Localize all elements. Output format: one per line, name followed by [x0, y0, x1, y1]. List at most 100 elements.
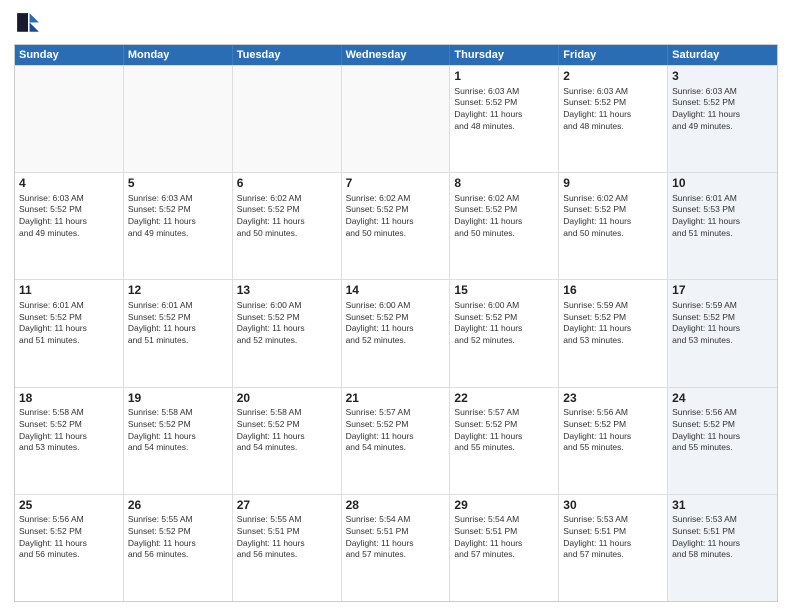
cell-text: Sunrise: 5:57 AMSunset: 5:52 PMDaylight:… — [346, 407, 414, 452]
cell-text: Sunrise: 5:56 AMSunset: 5:52 PMDaylight:… — [672, 407, 740, 452]
cell-text: Sunrise: 5:55 AMSunset: 5:52 PMDaylight:… — [128, 514, 196, 559]
calendar-cell: 16Sunrise: 5:59 AMSunset: 5:52 PMDayligh… — [559, 280, 668, 386]
day-number: 31 — [672, 498, 773, 514]
day-number: 15 — [454, 283, 554, 299]
cell-text: Sunrise: 5:53 AMSunset: 5:51 PMDaylight:… — [672, 514, 740, 559]
calendar-cell: 8Sunrise: 6:02 AMSunset: 5:52 PMDaylight… — [450, 173, 559, 279]
calendar-cell: 3Sunrise: 6:03 AMSunset: 5:52 PMDaylight… — [668, 66, 777, 172]
calendar-cell: 13Sunrise: 6:00 AMSunset: 5:52 PMDayligh… — [233, 280, 342, 386]
day-number: 23 — [563, 391, 663, 407]
calendar-cell: 4Sunrise: 6:03 AMSunset: 5:52 PMDaylight… — [15, 173, 124, 279]
calendar-cell: 25Sunrise: 5:56 AMSunset: 5:52 PMDayligh… — [15, 495, 124, 601]
cell-text: Sunrise: 5:59 AMSunset: 5:52 PMDaylight:… — [563, 300, 631, 345]
calendar-cell: 24Sunrise: 5:56 AMSunset: 5:52 PMDayligh… — [668, 388, 777, 494]
day-number: 12 — [128, 283, 228, 299]
cell-text: Sunrise: 5:53 AMSunset: 5:51 PMDaylight:… — [563, 514, 631, 559]
cell-text: Sunrise: 6:03 AMSunset: 5:52 PMDaylight:… — [672, 86, 740, 131]
calendar-cell: 14Sunrise: 6:00 AMSunset: 5:52 PMDayligh… — [342, 280, 451, 386]
calendar-cell: 10Sunrise: 6:01 AMSunset: 5:53 PMDayligh… — [668, 173, 777, 279]
cell-text: Sunrise: 5:56 AMSunset: 5:52 PMDaylight:… — [563, 407, 631, 452]
cell-text: Sunrise: 5:57 AMSunset: 5:52 PMDaylight:… — [454, 407, 522, 452]
cell-text: Sunrise: 6:03 AMSunset: 5:52 PMDaylight:… — [454, 86, 522, 131]
calendar-cell: 22Sunrise: 5:57 AMSunset: 5:52 PMDayligh… — [450, 388, 559, 494]
day-number: 2 — [563, 69, 663, 85]
calendar-cell — [233, 66, 342, 172]
cell-text: Sunrise: 6:01 AMSunset: 5:53 PMDaylight:… — [672, 193, 740, 238]
day-number: 17 — [672, 283, 773, 299]
calendar-cell: 26Sunrise: 5:55 AMSunset: 5:52 PMDayligh… — [124, 495, 233, 601]
logo — [14, 10, 46, 38]
day-number: 1 — [454, 69, 554, 85]
day-number: 4 — [19, 176, 119, 192]
calendar-week: 25Sunrise: 5:56 AMSunset: 5:52 PMDayligh… — [15, 494, 777, 601]
cell-text: Sunrise: 6:02 AMSunset: 5:52 PMDaylight:… — [563, 193, 631, 238]
cell-text: Sunrise: 5:58 AMSunset: 5:52 PMDaylight:… — [128, 407, 196, 452]
calendar-cell: 29Sunrise: 5:54 AMSunset: 5:51 PMDayligh… — [450, 495, 559, 601]
day-number: 18 — [19, 391, 119, 407]
day-number: 30 — [563, 498, 663, 514]
page: SundayMondayTuesdayWednesdayThursdayFrid… — [0, 0, 792, 612]
calendar-cell: 15Sunrise: 6:00 AMSunset: 5:52 PMDayligh… — [450, 280, 559, 386]
cell-text: Sunrise: 6:02 AMSunset: 5:52 PMDaylight:… — [237, 193, 305, 238]
calendar-cell: 18Sunrise: 5:58 AMSunset: 5:52 PMDayligh… — [15, 388, 124, 494]
calendar-week: 4Sunrise: 6:03 AMSunset: 5:52 PMDaylight… — [15, 172, 777, 279]
cell-text: Sunrise: 6:00 AMSunset: 5:52 PMDaylight:… — [454, 300, 522, 345]
day-number: 28 — [346, 498, 446, 514]
calendar-cell: 9Sunrise: 6:02 AMSunset: 5:52 PMDaylight… — [559, 173, 668, 279]
calendar-cell — [124, 66, 233, 172]
calendar-cell: 11Sunrise: 6:01 AMSunset: 5:52 PMDayligh… — [15, 280, 124, 386]
day-number: 3 — [672, 69, 773, 85]
cell-text: Sunrise: 5:54 AMSunset: 5:51 PMDaylight:… — [346, 514, 414, 559]
calendar-header: SundayMondayTuesdayWednesdayThursdayFrid… — [15, 45, 777, 65]
day-number: 14 — [346, 283, 446, 299]
header — [14, 10, 778, 38]
calendar-cell: 6Sunrise: 6:02 AMSunset: 5:52 PMDaylight… — [233, 173, 342, 279]
cell-text: Sunrise: 6:00 AMSunset: 5:52 PMDaylight:… — [346, 300, 414, 345]
calendar-body: 1Sunrise: 6:03 AMSunset: 5:52 PMDaylight… — [15, 65, 777, 601]
calendar-cell: 17Sunrise: 5:59 AMSunset: 5:52 PMDayligh… — [668, 280, 777, 386]
calendar-week: 1Sunrise: 6:03 AMSunset: 5:52 PMDaylight… — [15, 65, 777, 172]
day-number: 13 — [237, 283, 337, 299]
cell-text: Sunrise: 6:03 AMSunset: 5:52 PMDaylight:… — [563, 86, 631, 131]
day-number: 29 — [454, 498, 554, 514]
calendar-cell: 2Sunrise: 6:03 AMSunset: 5:52 PMDaylight… — [559, 66, 668, 172]
calendar-cell: 12Sunrise: 6:01 AMSunset: 5:52 PMDayligh… — [124, 280, 233, 386]
calendar-day-header: Wednesday — [342, 45, 451, 65]
day-number: 27 — [237, 498, 337, 514]
day-number: 19 — [128, 391, 228, 407]
calendar-cell: 30Sunrise: 5:53 AMSunset: 5:51 PMDayligh… — [559, 495, 668, 601]
cell-text: Sunrise: 5:56 AMSunset: 5:52 PMDaylight:… — [19, 514, 87, 559]
logo-icon — [14, 10, 42, 38]
calendar-week: 18 Sunrise: 5:58 AMSunset: 5:52 PMDayligh… — [15, 387, 777, 494]
day-number: 10 — [672, 176, 773, 192]
calendar-cell: 19Sunrise: 5:58 AMSunset: 5:52 PMDayligh… — [124, 388, 233, 494]
day-number: 21 — [346, 391, 446, 407]
calendar-day-header: Monday — [124, 45, 233, 65]
cell-text: Sunrise: 6:03 AMSunset: 5:52 PMDaylight:… — [19, 193, 87, 238]
day-number: 25 — [19, 498, 119, 514]
day-number: 22 — [454, 391, 554, 407]
cell-text: Sunrise: 6:01 AMSunset: 5:52 PMDaylight:… — [128, 300, 196, 345]
calendar-day-header: Thursday — [450, 45, 559, 65]
day-number: 6 — [237, 176, 337, 192]
day-number: 26 — [128, 498, 228, 514]
cell-text: Sunrise: 6:02 AMSunset: 5:52 PMDaylight:… — [454, 193, 522, 238]
cell-text: Sunrise: 5:59 AMSunset: 5:52 PMDaylight:… — [672, 300, 740, 345]
cell-text: Sunrise: 5:55 AMSunset: 5:51 PMDaylight:… — [237, 514, 305, 559]
calendar-day-header: Saturday — [668, 45, 777, 65]
cell-text: Sunrise: 6:02 AMSunset: 5:52 PMDaylight:… — [346, 193, 414, 238]
calendar: SundayMondayTuesdayWednesdayThursdayFrid… — [14, 44, 778, 602]
cell-text: Sunrise: 5:54 AMSunset: 5:51 PMDaylight:… — [454, 514, 522, 559]
calendar-cell: 31Sunrise: 5:53 AMSunset: 5:51 PMDayligh… — [668, 495, 777, 601]
calendar-day-header: Tuesday — [233, 45, 342, 65]
day-number: 16 — [563, 283, 663, 299]
calendar-cell: 27Sunrise: 5:55 AMSunset: 5:51 PMDayligh… — [233, 495, 342, 601]
calendar-cell: 1Sunrise: 6:03 AMSunset: 5:52 PMDaylight… — [450, 66, 559, 172]
calendar-cell: 21Sunrise: 5:57 AMSunset: 5:52 PMDayligh… — [342, 388, 451, 494]
day-number: 11 — [19, 283, 119, 299]
calendar-cell: 28Sunrise: 5:54 AMSunset: 5:51 PMDayligh… — [342, 495, 451, 601]
cell-text: Sunrise: 5:58 AMSunset: 5:52 PMDaylight:… — [237, 407, 305, 452]
calendar-week: 11 Sunrise: 6:01 AMSunset: 5:52 PMDayligh… — [15, 279, 777, 386]
calendar-cell: 7Sunrise: 6:02 AMSunset: 5:52 PMDaylight… — [342, 173, 451, 279]
day-number: 8 — [454, 176, 554, 192]
